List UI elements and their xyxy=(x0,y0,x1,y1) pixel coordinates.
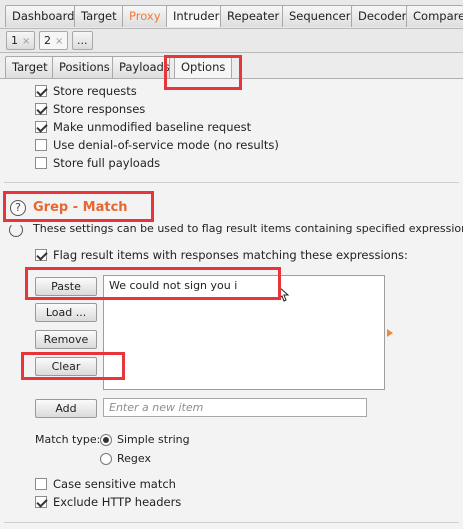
help-icon[interactable]: ? xyxy=(10,200,26,216)
store-requests-option[interactable]: Store requests xyxy=(35,83,137,99)
mouse-cursor-icon xyxy=(278,286,290,302)
tab-decoder[interactable]: Decoder xyxy=(351,5,414,27)
attack-tab-more[interactable]: ... xyxy=(72,31,93,50)
expand-arrow-icon[interactable] xyxy=(387,329,393,337)
tab-comparer[interactable]: Comparer xyxy=(406,5,463,27)
match-type-label: Match type: xyxy=(35,433,101,446)
tab-repeater[interactable]: Repeater xyxy=(220,5,287,27)
attack-tab-1[interactable]: 1 × xyxy=(6,31,36,50)
subtab-target[interactable]: Target xyxy=(5,56,55,78)
match-expression-list[interactable]: We could not sign you i xyxy=(103,275,385,390)
match-type-simple-string[interactable]: Simple string xyxy=(100,433,190,446)
dos-mode-option[interactable]: Use denial-of-service mode (no results) xyxy=(35,137,279,153)
subtab-options[interactable]: Options xyxy=(174,56,233,78)
section-title: Grep - Match xyxy=(33,200,128,215)
flag-results-option[interactable]: Flag result items with responses matchin… xyxy=(35,247,408,263)
clear-button[interactable]: Clear xyxy=(35,357,97,376)
subtab-positions[interactable]: Positions xyxy=(52,56,117,78)
tab-target[interactable]: Target xyxy=(74,5,124,27)
store-full-payloads-option[interactable]: Store full payloads xyxy=(35,155,160,171)
close-icon[interactable]: × xyxy=(55,36,63,47)
paste-button[interactable]: Paste xyxy=(35,277,97,296)
flag-results-checkbox[interactable] xyxy=(35,249,47,261)
store-responses-option[interactable]: Store responses xyxy=(35,101,145,117)
tab-dashboard[interactable]: Dashboard xyxy=(5,5,82,27)
store-requests-checkbox[interactable] xyxy=(35,85,47,97)
section-description: These settings can be used to flag resul… xyxy=(33,222,463,235)
new-item-input[interactable] xyxy=(103,398,367,417)
close-icon[interactable]: × xyxy=(22,36,30,47)
section-divider-bottom xyxy=(4,522,459,523)
case-sensitive-option[interactable]: Case sensitive match xyxy=(35,476,176,492)
list-item[interactable]: We could not sign you i xyxy=(105,277,383,295)
match-type-regex[interactable]: Regex xyxy=(100,452,151,465)
main-tab-bar: Dashboard Target Proxy Intruder Repeater… xyxy=(0,0,463,29)
sub-tab-bar: Target Positions Payloads Options xyxy=(0,53,463,79)
remove-button[interactable]: Remove xyxy=(35,330,97,349)
baseline-request-option[interactable]: Make unmodified baseline request xyxy=(35,119,251,135)
exclude-headers-option[interactable]: Exclude HTTP headers xyxy=(35,494,181,510)
tab-sequencer[interactable]: Sequencer xyxy=(282,5,358,27)
attack-tab-2[interactable]: 2 × xyxy=(39,31,69,50)
refresh-icon[interactable] xyxy=(9,223,23,237)
tab-proxy[interactable]: Proxy xyxy=(122,5,168,27)
store-full-payloads-checkbox[interactable] xyxy=(35,157,47,169)
baseline-request-checkbox[interactable] xyxy=(35,121,47,133)
attack-tab-bar: 1 × 2 × ... xyxy=(0,29,463,53)
add-button[interactable]: Add xyxy=(35,399,97,418)
regex-radio[interactable] xyxy=(100,452,112,465)
dos-mode-checkbox[interactable] xyxy=(35,139,47,151)
tab-intruder[interactable]: Intruder xyxy=(166,5,227,27)
section-divider xyxy=(4,182,459,183)
load-button[interactable]: Load ... xyxy=(35,303,97,322)
subtab-payloads[interactable]: Payloads xyxy=(112,56,170,78)
case-sensitive-checkbox[interactable] xyxy=(35,478,47,490)
simple-string-radio[interactable] xyxy=(100,433,112,446)
exclude-headers-checkbox[interactable] xyxy=(35,496,47,508)
store-responses-checkbox[interactable] xyxy=(35,103,47,115)
